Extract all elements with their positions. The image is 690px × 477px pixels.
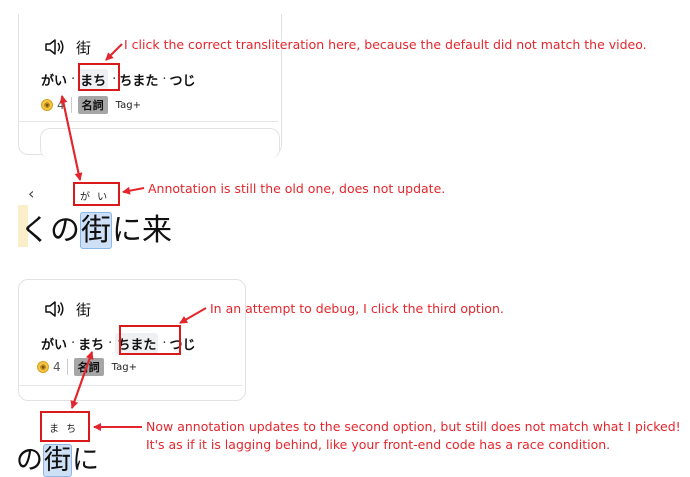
subtitle-line-1: くの街に来 [20, 205, 172, 249]
annotation-note-2: Annotation is still the old one, does no… [148, 181, 446, 196]
speaker-icon[interactable] [44, 300, 66, 318]
nav-prev-arrow[interactable]: ‹ [28, 184, 34, 203]
subtitle-text-before: くの [20, 213, 80, 248]
highlight-box-machi [78, 63, 120, 91]
separator-dot: · [71, 336, 76, 351]
annotation-note-4-line-1: Now annotation updates to the second opt… [146, 419, 681, 434]
dictionary-word: 街 [76, 301, 92, 319]
separator-dot: · [71, 72, 76, 87]
speaker-icon[interactable] [44, 38, 66, 56]
subtitle-target-word[interactable]: 街 [43, 444, 72, 477]
separator-dot: · [108, 336, 113, 351]
meta-divider [66, 359, 68, 375]
subtitle-text-after: に来 [112, 213, 172, 248]
add-tag-button[interactable]: Tag+ [116, 100, 141, 111]
pos-tag[interactable]: 名詞 [77, 96, 108, 114]
highlight-box-furigana-1 [73, 182, 120, 206]
highlight-box-chimata [119, 325, 181, 355]
subtitle-text-before: の [16, 445, 43, 476]
panel-top-next-card [40, 128, 280, 159]
reading-option-gai[interactable]: がい [41, 334, 67, 353]
pos-tag[interactable]: 名詞 [73, 358, 104, 376]
annotation-note-1: I click the correct transliteration here… [124, 37, 647, 52]
subtitle-target-word[interactable]: 街 [80, 212, 112, 249]
dictionary-word: 街 [76, 39, 92, 57]
annotation-note-4-line-2: It's as if it is lagging behind, like yo… [146, 437, 611, 453]
annotation-note-4: Now annotation updates to the second opt… [146, 418, 681, 454]
word-meta-row: ◉ 4 名詞 Tag+ [37, 358, 137, 376]
reading-count: 4 [57, 98, 65, 112]
add-tag-button[interactable]: Tag+ [112, 362, 137, 373]
panel-bottom-divider [18, 385, 242, 386]
annotation-note-3: In an attempt to debug, I click the thir… [210, 301, 504, 316]
reading-option-gai[interactable]: がい [41, 70, 67, 89]
word-meta-row: ◉ 4 名詞 Tag+ [41, 96, 141, 114]
separator-dot: · [162, 72, 167, 87]
coin-icon: ◉ [37, 361, 49, 373]
panel-top-divider [18, 121, 278, 122]
reading-option-machi[interactable]: まち [78, 334, 104, 353]
coin-icon: ◉ [41, 99, 53, 111]
subtitle-text-after: に [72, 445, 99, 476]
reading-option-chimata[interactable]: ちまた [119, 70, 158, 89]
reading-option-tsuji[interactable]: つじ [169, 70, 195, 89]
arrow-note2-to-furigana [122, 186, 145, 195]
meta-divider [70, 97, 72, 113]
subtitle-line-2: の街に [16, 438, 99, 477]
reading-count: 4 [53, 360, 61, 374]
